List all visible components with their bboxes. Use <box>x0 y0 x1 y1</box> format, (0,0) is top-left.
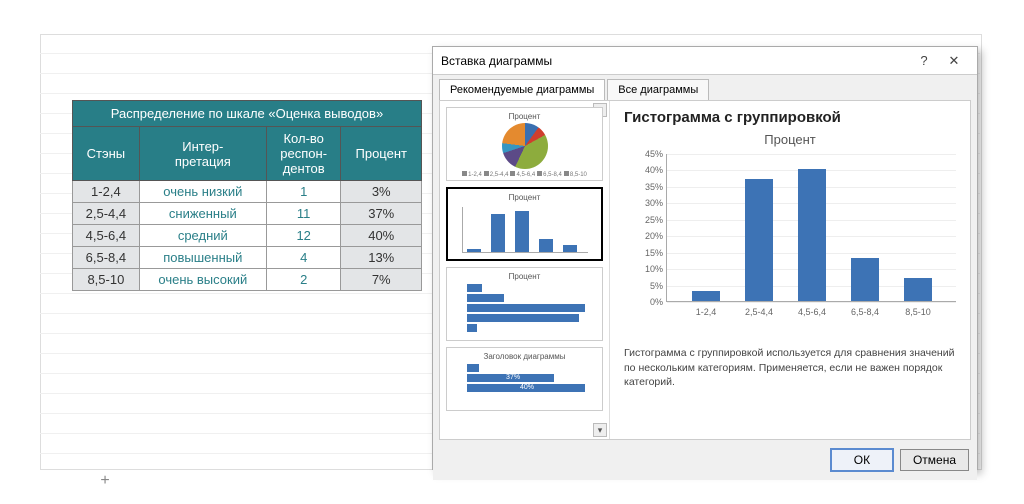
chart-plot-area: 0%5%10%15%20%25%30%35%40%45%1-2,42,5-4,4… <box>666 154 956 302</box>
cell-interp: очень низкий <box>139 181 266 203</box>
chart-thumbnails[interactable]: ▴ Процент 1-2,42,5-4,44,5-6,46,5-8,48,5-… <box>440 101 610 439</box>
chart-bar <box>904 278 932 301</box>
cell-count: 1 <box>266 181 341 203</box>
dialog-tabs: Рекомендуемые диаграммы Все диаграммы <box>433 75 977 100</box>
cell-interp: средний <box>139 225 266 247</box>
col-header-count: Кол-во респон- дентов <box>266 127 341 181</box>
chart-bar <box>745 179 773 301</box>
table-row[interactable]: 4,5-6,4средний1240% <box>73 225 422 247</box>
close-button[interactable]: ✕ <box>939 53 969 69</box>
tab-all-charts[interactable]: Все диаграммы <box>607 79 709 100</box>
cell-count: 12 <box>266 225 341 247</box>
mini-column-icon <box>462 207 588 253</box>
chart-bar <box>692 291 720 301</box>
cell-pct: 37% <box>341 203 422 225</box>
add-sheet-button[interactable]: + <box>92 470 118 492</box>
cell-count: 11 <box>266 203 341 225</box>
cell-pct: 13% <box>341 247 422 269</box>
spreadsheet-content: Распределение по шкале «Оценка выводов» … <box>72 42 472 291</box>
ok-button[interactable]: ОК <box>830 448 894 472</box>
col-header-pct: Процент <box>341 127 422 181</box>
scroll-down-button[interactable]: ▾ <box>593 423 607 437</box>
chart-description: Гистограмма с группировкой используется … <box>624 346 956 390</box>
dialog-titlebar[interactable]: Вставка диаграммы ? ✕ <box>433 47 977 75</box>
cell-range: 6,5-8,4 <box>73 247 140 269</box>
thumb-barh2[interactable]: Заголовок диаграммы 37% 40% <box>446 347 603 411</box>
cell-pct: 7% <box>341 269 422 291</box>
cell-range: 8,5-10 <box>73 269 140 291</box>
table-title: Распределение по шкале «Оценка выводов» <box>73 101 422 127</box>
dialog-title: Вставка диаграммы <box>441 54 909 68</box>
thumb-barh[interactable]: Процент <box>446 267 603 341</box>
mini-barh-icon <box>467 282 591 334</box>
mini-barh2-icon: 37% 40% <box>467 362 591 394</box>
col-header-interp: Интер- претация <box>139 127 266 181</box>
cancel-button[interactable]: Отмена <box>900 449 969 471</box>
cell-pct: 3% <box>341 181 422 203</box>
cell-count: 4 <box>266 247 341 269</box>
table-row[interactable]: 1-2,4очень низкий13% <box>73 181 422 203</box>
insert-chart-dialog: Вставка диаграммы ? ✕ Рекомендуемые диаг… <box>432 46 978 470</box>
chart-preview: Гистограмма с группировкой Процент 0%5%1… <box>610 101 970 439</box>
table-header-row: Стэны Интер- претация Кол-во респон- ден… <box>73 127 422 181</box>
chart-bar <box>798 169 826 301</box>
thumb-column[interactable]: Процент <box>446 187 603 261</box>
preview-chart[interactable]: Процент 0%5%10%15%20%25%30%35%40%45%1-2,… <box>624 132 956 332</box>
tab-recommended[interactable]: Рекомендуемые диаграммы <box>439 79 605 100</box>
help-button[interactable]: ? <box>909 53 939 68</box>
table-row[interactable]: 8,5-10очень высокий27% <box>73 269 422 291</box>
data-table[interactable]: Распределение по шкале «Оценка выводов» … <box>72 100 422 291</box>
dialog-footer: ОК Отмена <box>433 440 977 480</box>
dialog-body: ▴ Процент 1-2,42,5-4,44,5-6,46,5-8,48,5-… <box>439 100 971 440</box>
cell-count: 2 <box>266 269 341 291</box>
cell-pct: 40% <box>341 225 422 247</box>
chart-title: Процент <box>624 132 956 147</box>
cell-range: 4,5-6,4 <box>73 225 140 247</box>
cell-interp: сниженный <box>139 203 266 225</box>
pie-icon <box>502 123 548 169</box>
chart-bar <box>851 258 879 301</box>
table-row[interactable]: 6,5-8,4повышенный413% <box>73 247 422 269</box>
cell-interp: повышенный <box>139 247 266 269</box>
cell-range: 1-2,4 <box>73 181 140 203</box>
table-row[interactable]: 2,5-4,4сниженный1137% <box>73 203 422 225</box>
thumb-pie[interactable]: Процент 1-2,42,5-4,44,5-6,46,5-8,48,5-10 <box>446 107 603 181</box>
cell-range: 2,5-4,4 <box>73 203 140 225</box>
col-header-range: Стэны <box>73 127 140 181</box>
preview-heading: Гистограмма с группировкой <box>624 109 956 126</box>
cell-interp: очень высокий <box>139 269 266 291</box>
